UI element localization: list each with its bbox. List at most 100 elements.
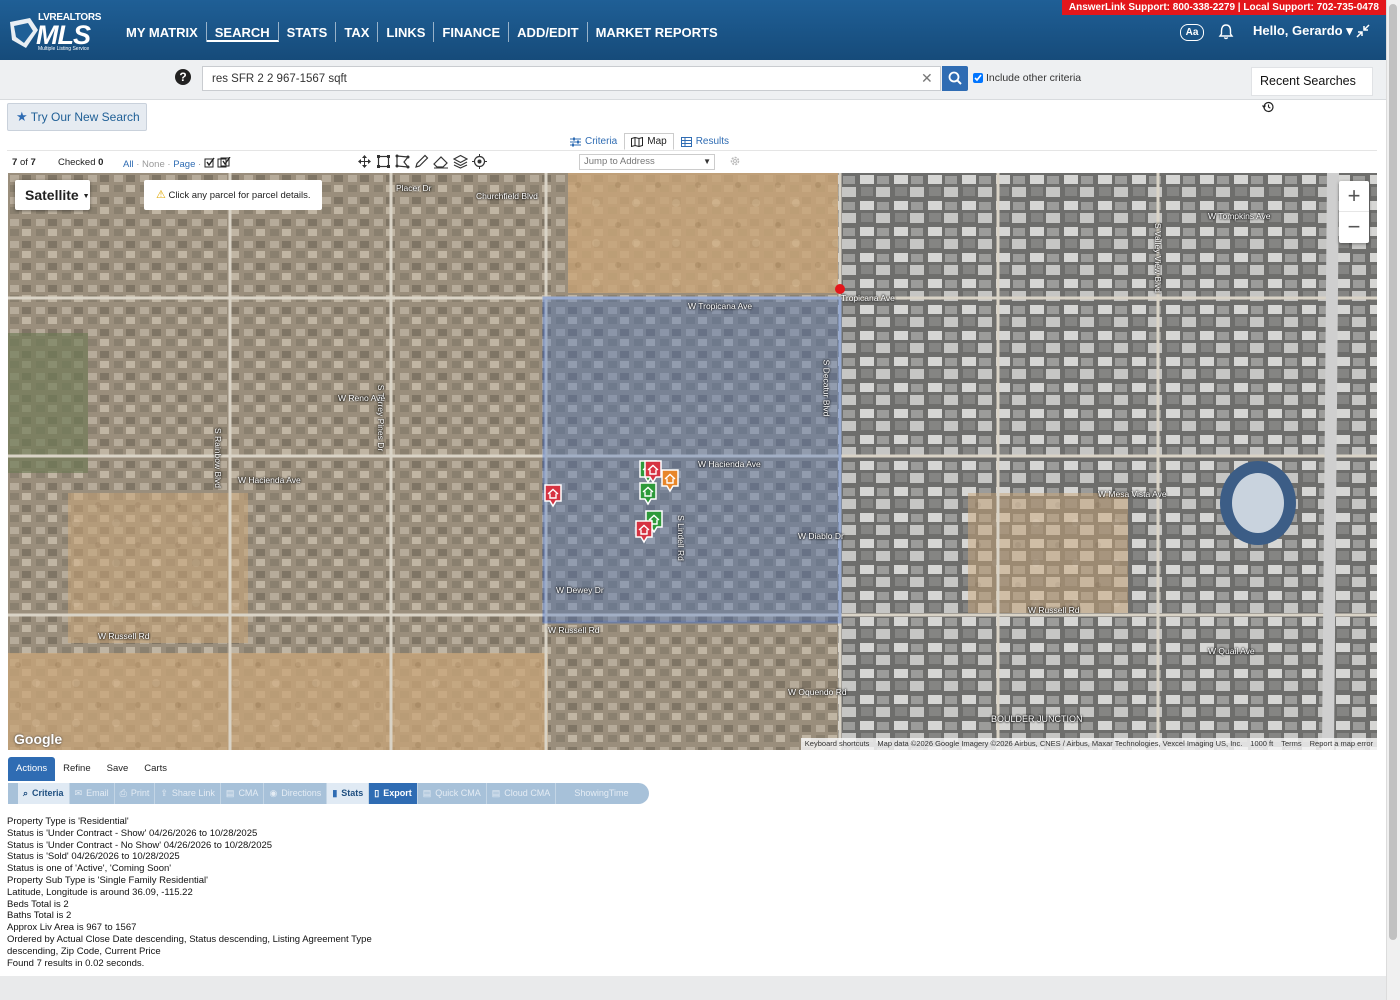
jump-to-address-select[interactable]: Jump to Address ▼ <box>579 154 715 170</box>
criteria-line: Beds Total is 2 <box>7 898 69 910</box>
move-icon[interactable] <box>357 154 372 169</box>
tab-actions[interactable]: Actions <box>8 757 56 781</box>
criteria-line: Status is 'Under Contract - Show' 04/26/… <box>7 827 258 839</box>
rectangle-draw-icon[interactable] <box>376 154 391 169</box>
showingtime-action[interactable]: ShowingTime <box>555 783 633 804</box>
tab-carts[interactable]: Carts <box>136 757 175 781</box>
label-russell-3: W Russell Rd <box>98 631 150 641</box>
share-link-action[interactable]: ⇪ Share Link <box>154 783 220 804</box>
eraser-icon[interactable] <box>433 154 449 169</box>
label-lindell: S Lindell Rd <box>675 515 686 561</box>
tab-criteria-label: Criteria <box>585 136 618 147</box>
page-scrollbar[interactable] <box>1386 0 1400 1000</box>
terms-link[interactable]: Terms <box>1281 739 1301 749</box>
checked-only-icon[interactable] <box>204 157 215 168</box>
report-map-error-link[interactable]: Report a map error <box>1310 739 1373 749</box>
directions-action[interactable]: ◉ Directions <box>263 783 326 804</box>
cloud-cma-action[interactable]: ▤ Cloud CMA <box>485 783 556 804</box>
quick-cma-action-label: Quick CMA <box>435 788 481 798</box>
listing-marker-sold[interactable] <box>634 520 654 544</box>
criteria-action[interactable]: ⌕ Criteria <box>18 783 69 804</box>
chevron-down-icon: ▼ <box>82 193 90 200</box>
recent-searches-button[interactable]: Recent Searches <box>1251 67 1373 113</box>
map-view[interactable]: W Tropicana Ave Tropicana Ave W Hacienda… <box>8 173 1377 750</box>
bell-icon[interactable] <box>1218 23 1234 40</box>
label-placer: Placer Dr <box>396 183 432 193</box>
try-new-search-button[interactable]: ★ Try Our New Search <box>7 103 147 131</box>
listing-marker-active[interactable] <box>638 482 658 506</box>
nav-search[interactable]: SEARCH <box>206 22 279 42</box>
cma-action[interactable]: ▤ CMA <box>219 783 264 804</box>
criteria-line: Status is 'Sold' 04/26/2026 to 10/28/202… <box>7 851 180 863</box>
nav-links[interactable]: LINKS <box>378 22 435 42</box>
cloud-cma-icon: ▤ <box>491 788 501 798</box>
scale-bar[interactable]: 1000 ft <box>1250 739 1273 749</box>
label-hacienda-1: W Hacienda Ave <box>698 459 761 469</box>
select-page-link[interactable]: Page <box>173 159 195 170</box>
map-toolbar: 7 of 7 Checked 0 All · None · Page · Jum… <box>7 150 1377 172</box>
stats-action[interactable]: ▮ Stats <box>326 783 369 804</box>
email-action[interactable]: ✉ Email <box>68 783 114 804</box>
label-decatur: S Decatur Blvd <box>821 359 832 417</box>
listing-marker-sold[interactable] <box>543 484 563 508</box>
user-menu[interactable]: Hello, Gerardo ▾ <box>1253 23 1353 39</box>
tab-save[interactable]: Save <box>99 757 137 781</box>
listing-marker-under-contract[interactable] <box>660 469 680 493</box>
cma-action-label: CMA <box>238 788 259 798</box>
nav-market-reports[interactable]: MARKET REPORTS <box>588 22 726 42</box>
map-draw-tools <box>357 154 487 169</box>
label-tropicana-2: Tropicana Ave <box>841 293 895 303</box>
tab-map[interactable]: Map <box>624 133 674 150</box>
search-icon: ⌕ <box>23 788 29 798</box>
criteria-line: Latitude, Longitude is around 36.09, -11… <box>7 886 193 898</box>
label-churchfield: Churchfield Blvd <box>476 191 538 201</box>
locate-icon[interactable] <box>472 154 487 169</box>
clear-icon[interactable]: ✕ <box>921 70 933 86</box>
recent-searches-label: Recent Searches <box>1260 74 1356 88</box>
zoom-out-button[interactable]: − <box>1339 212 1369 243</box>
result-count-total: 7 <box>30 157 36 168</box>
polygon-draw-icon[interactable] <box>395 154 410 169</box>
include-other-criteria-checkbox[interactable] <box>973 73 983 83</box>
layers-icon[interactable] <box>453 154 468 169</box>
export-action[interactable]: ▯ Export <box>368 783 417 804</box>
gear-icon[interactable] <box>729 155 741 167</box>
cma-icon: ▤ <box>225 788 235 798</box>
font-size-button[interactable]: Aa <box>1180 24 1204 41</box>
share-link-action-label: Share Link <box>171 788 215 798</box>
criteria-summary: Property Type is 'Residential' Status is… <box>7 816 372 969</box>
pencil-icon[interactable] <box>414 154 429 169</box>
scrollbar-thumb[interactable] <box>1389 4 1397 940</box>
result-count-current: 7 <box>12 157 18 168</box>
quick-cma-action[interactable]: ▤ Quick CMA <box>416 783 486 804</box>
nav-my-matrix[interactable]: MY MATRIX <box>118 22 207 42</box>
top-header: AnswerLink Support: 800-338-2279 | Local… <box>0 0 1386 60</box>
nav-finance[interactable]: FINANCE <box>434 22 510 42</box>
help-icon[interactable]: ? <box>175 69 191 85</box>
select-none-link[interactable]: None <box>142 159 165 170</box>
lvr-mls-logo[interactable]: LVREALTORS MLS Multiple Listing Service <box>8 12 101 54</box>
grid-icon <box>680 136 692 147</box>
nav-tax[interactable]: TAX <box>336 22 379 42</box>
label-russell-2: W Russell Rd <box>1028 605 1080 615</box>
collapse-icon[interactable] <box>1356 24 1370 38</box>
map-type-selector[interactable]: Satellite ▼ <box>15 180 90 210</box>
zoom-in-button[interactable]: + <box>1339 181 1369 212</box>
nav-stats[interactable]: STATS <box>279 22 337 42</box>
search-input[interactable] <box>202 66 941 91</box>
checked-count: Checked 0 <box>58 157 103 168</box>
include-other-criteria[interactable]: Include other criteria <box>973 72 1081 84</box>
print-action[interactable]: ⎙ Print <box>113 783 155 804</box>
tab-criteria[interactable]: Criteria <box>563 133 624 150</box>
select-all-link[interactable]: All <box>123 159 134 170</box>
keyboard-shortcuts-link[interactable]: Keyboard shortcuts <box>805 739 870 749</box>
label-diablo: W Diablo Dr <box>798 531 844 541</box>
result-count-of: of <box>19 157 28 168</box>
email-action-label: Email <box>86 788 109 798</box>
tab-refine[interactable]: Refine <box>55 757 98 781</box>
tab-results[interactable]: Results <box>674 133 736 150</box>
search-button[interactable] <box>942 66 968 91</box>
uncheck-icon[interactable] <box>217 156 231 168</box>
nav-add-edit[interactable]: ADD/EDIT <box>509 22 588 42</box>
logo-sub-text: Multiple Listing Service <box>38 46 90 52</box>
